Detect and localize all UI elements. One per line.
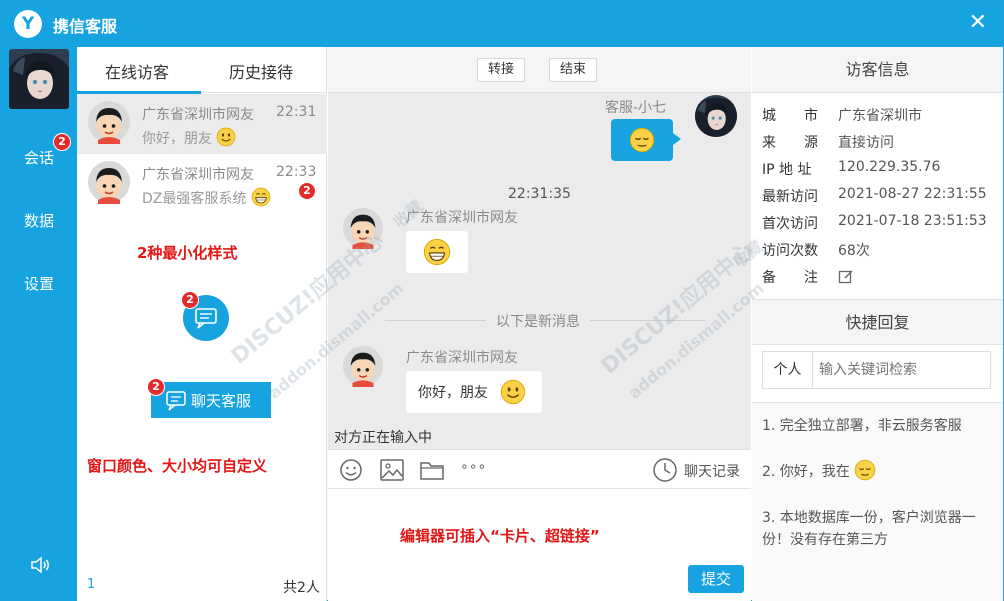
chat-history-button[interactable]: 聊天记录: [652, 457, 740, 483]
awkward-emoji-icon: [423, 238, 451, 266]
new-messages-label: 以下是新消息: [486, 311, 590, 331]
relieved-emoji-icon: [854, 459, 876, 481]
quick-reply-item[interactable]: 2. 你好，我在: [762, 459, 998, 483]
agent-avatar[interactable]: [9, 49, 69, 109]
chat-panel: 转接 结束 客服-小七 22:31:35 广东省深圳市网友 以下是新消息 广东省…: [328, 47, 751, 601]
agent-name: 客服-小七: [605, 100, 667, 116]
info-value: 68次: [838, 243, 870, 259]
visitor-time: 22:31: [276, 104, 317, 120]
grin-emoji-icon: [251, 187, 271, 207]
info-value: 直接访问: [838, 135, 894, 151]
quick-reply-search: 个人: [762, 351, 991, 389]
transfer-button[interactable]: 转接: [477, 58, 526, 82]
submit-button[interactable]: 提交: [688, 565, 744, 593]
customization-note: 窗口颜色、大小均可自定义: [87, 457, 268, 475]
message-timestamp: 22:31:35: [508, 186, 571, 202]
image-icon[interactable]: [379, 458, 405, 482]
visitor-last-message: 你好，朋友: [142, 127, 236, 148]
left-rail: 会话 2 数据 设置: [1, 47, 77, 601]
unread-badge: 2: [298, 182, 316, 200]
info-key: 访问次数: [762, 243, 818, 259]
visitor-tabs: 在线访客 历史接待: [77, 47, 327, 94]
visitor-chat-avatar: [342, 207, 384, 249]
visitor-list-panel: 在线访客 历史接待 广东省深圳市网友 22:31 你好，朋友 广东省深圳市网友 …: [77, 47, 327, 601]
typing-indicator: 对方正在输入中: [334, 430, 432, 446]
visitor-message-text: 你好，朋友: [418, 385, 488, 401]
visitor-item[interactable]: 广东省深圳市网友 22:33 DZ最强客服系统 2: [77, 154, 327, 214]
visitor-name: 广东省深圳市网友: [142, 107, 254, 123]
editor-note: 编辑器可插入“卡片、超链接”: [400, 527, 600, 545]
shy-emoji-icon: [629, 127, 655, 153]
rail-item-label: 数据: [23, 212, 54, 230]
clock-icon: [653, 458, 677, 482]
chat-history-label: 聊天记录: [684, 464, 740, 480]
mini-bar-label: 聊天客服: [191, 392, 252, 410]
visitor-total: 共2人: [283, 580, 320, 596]
edit-icon[interactable]: [838, 269, 854, 285]
info-key: 备 注: [762, 270, 818, 286]
close-icon[interactable]: ✕: [969, 9, 987, 37]
info-value: 2021-07-18 23:51:53: [838, 213, 987, 229]
title-bar: Y 携信客服 ✕: [1, 1, 1003, 47]
smile-emoji-icon: [216, 127, 236, 147]
minimized-chat-bar[interactable]: 聊天客服: [151, 382, 271, 418]
minimize-styles-note: 2种最小化样式: [137, 244, 238, 262]
mini-bar-badge: 2: [147, 378, 165, 396]
agent-message-bubble: [611, 119, 673, 161]
folder-icon[interactable]: [419, 458, 445, 482]
info-value: 120.229.35.76: [838, 159, 941, 175]
visitor-avatar: [87, 160, 131, 204]
visitor-time: 22:33: [276, 164, 317, 180]
more-icon[interactable]: ∘∘∘: [460, 459, 486, 483]
emoji-icon[interactable]: [338, 458, 364, 482]
agent-chat-avatar: [695, 95, 737, 137]
visitor-last-message: DZ最强客服系统: [142, 187, 271, 208]
bubble-tail: [673, 133, 681, 145]
quick-reply-header: 快捷回复: [752, 299, 1003, 345]
mini-bubble-badge: 2: [181, 291, 199, 309]
chat-icon: [166, 391, 186, 411]
tab-history[interactable]: 历史接待: [229, 59, 293, 83]
visitor-chat-name: 广东省深圳市网友: [406, 350, 518, 366]
quick-reply-item[interactable]: 3. 本地数据库一份，客户浏览器一份！没有存在第三方: [762, 507, 998, 551]
info-key: 最新访问: [762, 189, 818, 205]
info-key: 城 市: [762, 108, 818, 124]
speaker-icon[interactable]: [28, 553, 52, 577]
rail-item-settings[interactable]: 设置: [1, 273, 77, 294]
page-number[interactable]: 1: [87, 577, 95, 592]
info-value: 广东省深圳市: [838, 108, 922, 124]
visitor-chat-avatar: [342, 345, 384, 387]
window-title: 携信客服: [53, 17, 118, 36]
info-value: 2021-08-27 22:31:55: [838, 186, 987, 202]
rail-item-data[interactable]: 数据: [1, 210, 77, 231]
app-logo-icon: Y: [14, 10, 42, 38]
end-button[interactable]: 结束: [549, 58, 598, 82]
message-editor[interactable]: 编辑器可插入“卡片、超链接” 提交: [328, 489, 751, 601]
editor-toolbar: ∘∘∘ 聊天记录: [328, 449, 751, 489]
smile-emoji-icon: [500, 379, 526, 405]
visitor-message-bubble: 你好，朋友: [406, 371, 542, 413]
info-key: 来 源: [762, 135, 818, 151]
search-input[interactable]: [819, 352, 987, 388]
rail-item-label: 设置: [23, 275, 54, 293]
sessions-badge: 2: [53, 133, 71, 151]
tab-online-visitors[interactable]: 在线访客: [105, 59, 169, 83]
info-key: IP 地 址: [762, 162, 812, 178]
quick-reply-list: 1. 完全独立部署，非云服务客服 2. 你好，我在 3. 本地数据库一份，客户浏…: [752, 402, 1003, 601]
visitor-item[interactable]: 广东省深圳市网友 22:31 你好，朋友: [77, 94, 327, 154]
visitor-avatar: [87, 100, 131, 144]
chat-window: Y 携信客服 ✕ 会话 2 数据 设置 在线访客 历史接待 广东省深圳市网友 2…: [0, 0, 1004, 601]
visitor-name: 广东省深圳市网友: [142, 167, 254, 183]
search-scope-tag[interactable]: 个人: [763, 352, 813, 388]
chat-toolbar: 转接 结束: [328, 47, 751, 93]
info-key: 首次访问: [762, 216, 818, 232]
quick-reply-item[interactable]: 1. 完全独立部署，非云服务客服: [762, 415, 998, 437]
rail-item-label: 会话: [23, 149, 54, 167]
visitor-message-bubble: [406, 231, 468, 273]
visitor-chat-name: 广东省深圳市网友: [406, 210, 518, 226]
visitor-info-panel: 访客信息 城 市 广东省深圳市 来 源 直接访问 IP 地 址 120.229.…: [752, 47, 1003, 601]
visitor-info-header: 访客信息: [752, 47, 1003, 93]
